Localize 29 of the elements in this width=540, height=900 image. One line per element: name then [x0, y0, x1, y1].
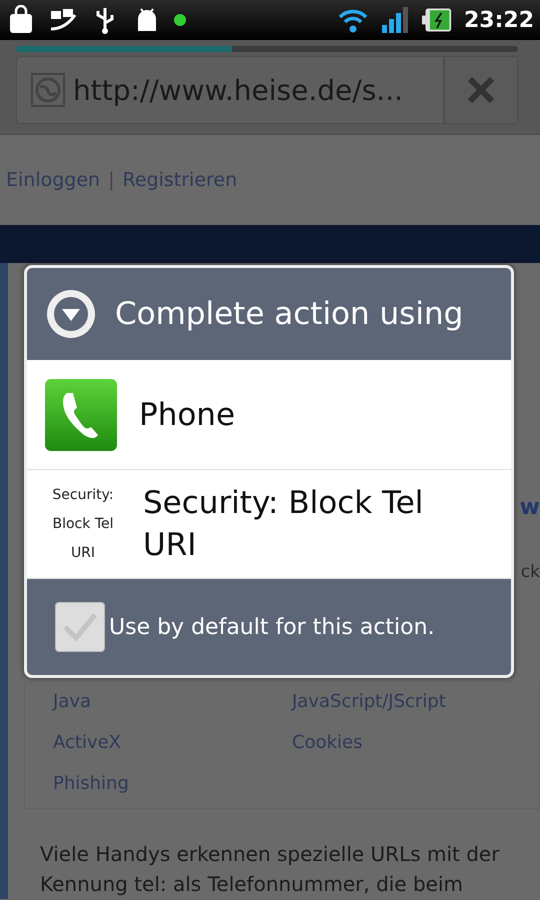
signal-icon [380, 5, 410, 35]
option-label: Security: Block Tel URI [143, 484, 424, 565]
check-icon [62, 612, 98, 642]
article-text-line: Kennung tel: als Telefonnummer, die beim [40, 871, 464, 898]
text-fragment: ck [520, 562, 540, 582]
topic-link[interactable]: Cookies [284, 732, 523, 753]
phone-icon [45, 379, 117, 451]
topic-link[interactable]: JavaScript/JScript [284, 691, 523, 712]
app-option[interactable]: Phone [27, 361, 511, 470]
separator-text: | [108, 169, 114, 191]
status-dot [174, 14, 186, 26]
topic-link[interactable]: Phishing [45, 773, 284, 794]
default-checkbox[interactable] [55, 602, 105, 652]
topic-link[interactable]: Java [45, 691, 284, 712]
heading-fragment: w [520, 495, 540, 520]
dropdown-circle-icon [45, 288, 97, 340]
app-icon-label: Security: Block Tel URI [51, 486, 115, 562]
register-link[interactable]: Registrieren [122, 169, 238, 191]
option-label: Phone [139, 396, 236, 435]
topic-link[interactable]: ActiveX [45, 732, 284, 753]
globe-icon [31, 73, 65, 107]
url-field[interactable]: http://www.heise.de/s... [16, 56, 444, 124]
close-icon [467, 76, 495, 104]
article-text-line: Viele Handys erkennen spezielle URLs mit der [40, 841, 500, 868]
clock-text: 23:22 [464, 8, 534, 32]
dialog-title: Complete action using [115, 296, 464, 332]
checkbox-label: Use by default for this action. [109, 614, 435, 640]
login-link[interactable]: Einloggen [6, 169, 100, 191]
stop-button[interactable] [444, 56, 518, 124]
